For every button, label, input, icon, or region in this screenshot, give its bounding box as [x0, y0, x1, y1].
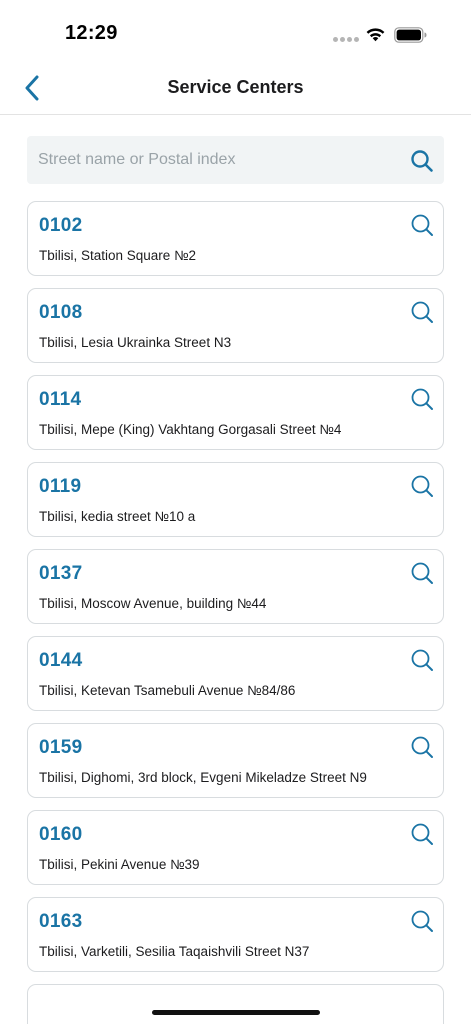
battery-icon: [394, 27, 427, 43]
service-center-card[interactable]: 0137 Tbilisi, Moscow Avenue, building №4…: [27, 549, 444, 624]
status-time: 12:29: [65, 22, 118, 44]
search-icon[interactable]: [410, 735, 434, 759]
status-bar: 12:29: [0, 0, 471, 62]
wifi-icon: [366, 28, 385, 42]
postal-code: 0119: [39, 476, 82, 497]
postal-code: 0114: [39, 389, 82, 410]
service-center-card[interactable]: 0108 Tbilisi, Lesia Ukrainka Street N3: [27, 288, 444, 363]
postal-code: 0159: [39, 737, 83, 758]
search-icon[interactable]: [410, 387, 434, 411]
postal-code: 0102: [39, 215, 83, 236]
center-address: Tbilisi, Pekini Avenue №39: [39, 857, 200, 872]
center-address: Tbilisi, Ketevan Tsamebuli Avenue №84/86: [39, 683, 296, 698]
postal-code: 0160: [39, 824, 83, 845]
search-icon[interactable]: [410, 474, 434, 498]
center-address: Tbilisi, Dighomi, 3rd block, Evgeni Mike…: [39, 770, 367, 785]
service-center-card-partial[interactable]: [27, 984, 444, 1024]
page-title: Service Centers: [167, 77, 304, 97]
service-center-card[interactable]: 0114 Tbilisi, Mepe (King) Vakhtang Gorga…: [27, 375, 444, 450]
search-input[interactable]: [27, 136, 397, 184]
center-address: Tbilisi, Varketili, Sesilia Taqaishvili …: [39, 944, 310, 959]
service-center-card[interactable]: 0160 Tbilisi, Pekini Avenue №39: [27, 810, 444, 885]
service-center-card[interactable]: 0163 Tbilisi, Varketili, Sesilia Taqaish…: [27, 897, 444, 972]
service-centers-list: 0102 Tbilisi, Station Square №2 0108 Tbi…: [27, 201, 444, 1024]
service-center-card[interactable]: 0144 Tbilisi, Ketevan Tsamebuli Avenue №…: [27, 636, 444, 711]
search-icon[interactable]: [410, 300, 434, 324]
service-center-card[interactable]: 0102 Tbilisi, Station Square №2: [27, 201, 444, 276]
postal-code: 0144: [39, 650, 83, 671]
service-center-card[interactable]: 0159 Tbilisi, Dighomi, 3rd block, Evgeni…: [27, 723, 444, 798]
search-icon[interactable]: [409, 148, 435, 174]
service-center-card[interactable]: 0119 Tbilisi, kedia street №10 a: [27, 462, 444, 537]
center-address: Tbilisi, Moscow Avenue, building №44: [39, 596, 267, 611]
search-icon[interactable]: [410, 561, 434, 585]
search-icon[interactable]: [410, 648, 434, 672]
center-address: Tbilisi, Lesia Ukrainka Street N3: [39, 335, 232, 350]
search-icon[interactable]: [410, 909, 434, 933]
center-address: Tbilisi, Station Square №2: [39, 248, 197, 263]
postal-code: 0137: [39, 563, 83, 584]
cellular-signal-icon: [333, 37, 359, 42]
center-address: Tbilisi, kedia street №10 a: [39, 509, 196, 524]
postal-code: 0163: [39, 911, 83, 932]
postal-code: 0108: [39, 302, 83, 323]
search-bar: [27, 136, 444, 184]
nav-header: Service Centers: [0, 62, 471, 115]
search-icon[interactable]: [410, 213, 434, 237]
home-indicator: [152, 1010, 320, 1015]
screen: 12:29 Service Centers Street name or Pos…: [0, 0, 471, 1024]
search-icon[interactable]: [410, 822, 434, 846]
center-address: Tbilisi, Mepe (King) Vakhtang Gorgasali …: [39, 422, 342, 437]
